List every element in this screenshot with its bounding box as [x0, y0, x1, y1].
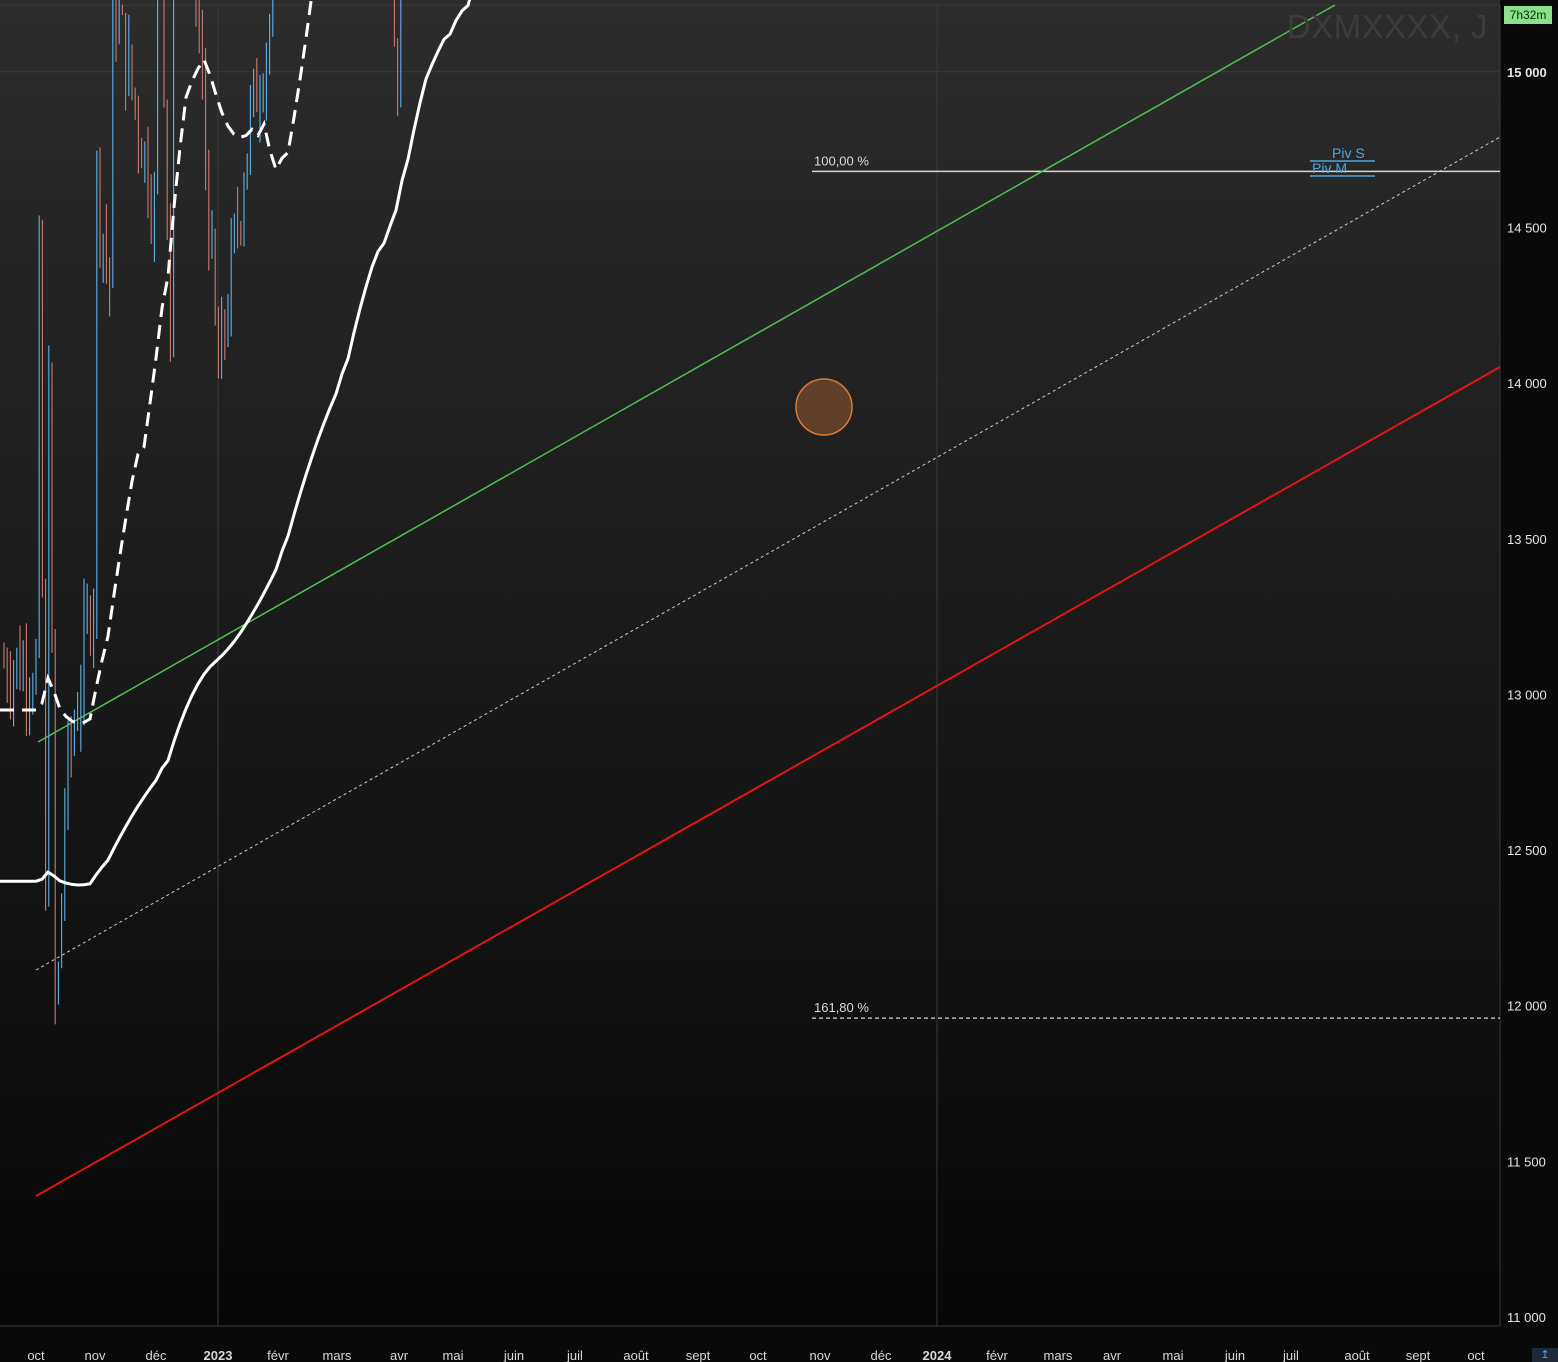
x-tick-label-20: juin — [1224, 1348, 1245, 1362]
y-tick-label-0: 11 000 — [1507, 1310, 1546, 1325]
y-tick-label-4: 13 000 — [1507, 687, 1547, 702]
y-tick-label-2: 12 000 — [1507, 999, 1547, 1014]
timer-badge: 7h32m — [1504, 6, 1552, 24]
x-tick-label-9: juil — [566, 1348, 583, 1362]
x-tick-label-1: nov — [85, 1348, 106, 1362]
fib-50-circle — [795, 378, 853, 436]
x-tick-label-23: sept — [1406, 1348, 1431, 1362]
x-tick-label-22: août — [1344, 1348, 1370, 1362]
x-tick-label-4: févr — [267, 1348, 289, 1362]
x-tick-label-24: oct — [1467, 1348, 1485, 1362]
y-tick-label-5: 13 500 — [1507, 532, 1547, 547]
x-tick-label-14: déc — [871, 1348, 892, 1362]
pivot-label-1: Piv M — [1312, 160, 1347, 176]
symbol-label: DXMXXXX, J — [1286, 8, 1488, 45]
x-tick-label-13: nov — [810, 1348, 831, 1362]
scroll-right-button[interactable]: ↥ — [1532, 1348, 1558, 1362]
x-tick-label-19: mai — [1163, 1348, 1184, 1362]
y-tick-label-8: 15 000 — [1507, 65, 1547, 80]
x-tick-label-11: sept — [686, 1348, 711, 1362]
pivot-label-0: Piv S — [1332, 145, 1365, 161]
x-tick-label-16: févr — [986, 1348, 1008, 1362]
x-tick-label-7: mai — [443, 1348, 464, 1362]
x-tick-label-2: déc — [146, 1348, 167, 1362]
y-tick-label-7: 14 500 — [1507, 220, 1547, 235]
x-tick-label-21: juil — [1282, 1348, 1299, 1362]
fib-label-7: 161,80 % — [814, 1000, 869, 1015]
x-tick-label-12: oct — [749, 1348, 767, 1362]
x-tick-label-17: mars — [1044, 1348, 1073, 1362]
x-tick-label-18: avr — [1103, 1348, 1122, 1362]
x-tick-label-0: oct — [27, 1348, 45, 1362]
x-tick-label-15: 2024 — [923, 1348, 953, 1362]
x-tick-label-8: juin — [503, 1348, 524, 1362]
y-tick-label-1: 11 500 — [1507, 1154, 1546, 1169]
x-tick-label-10: août — [623, 1348, 649, 1362]
price-chart[interactable]: 0,00 %23,60 %38,20 %50,00 %61,80 %76,40 … — [0, 0, 1558, 1362]
x-tick-label-3: 2023 — [204, 1348, 233, 1362]
plot-background — [0, 0, 1500, 1326]
y-tick-label-6: 14 000 — [1507, 376, 1547, 391]
x-tick-label-5: mars — [323, 1348, 352, 1362]
fib-label-6: 100,00 % — [814, 153, 869, 168]
x-tick-label-6: avr — [390, 1348, 409, 1362]
y-tick-label-3: 12 500 — [1507, 843, 1547, 858]
